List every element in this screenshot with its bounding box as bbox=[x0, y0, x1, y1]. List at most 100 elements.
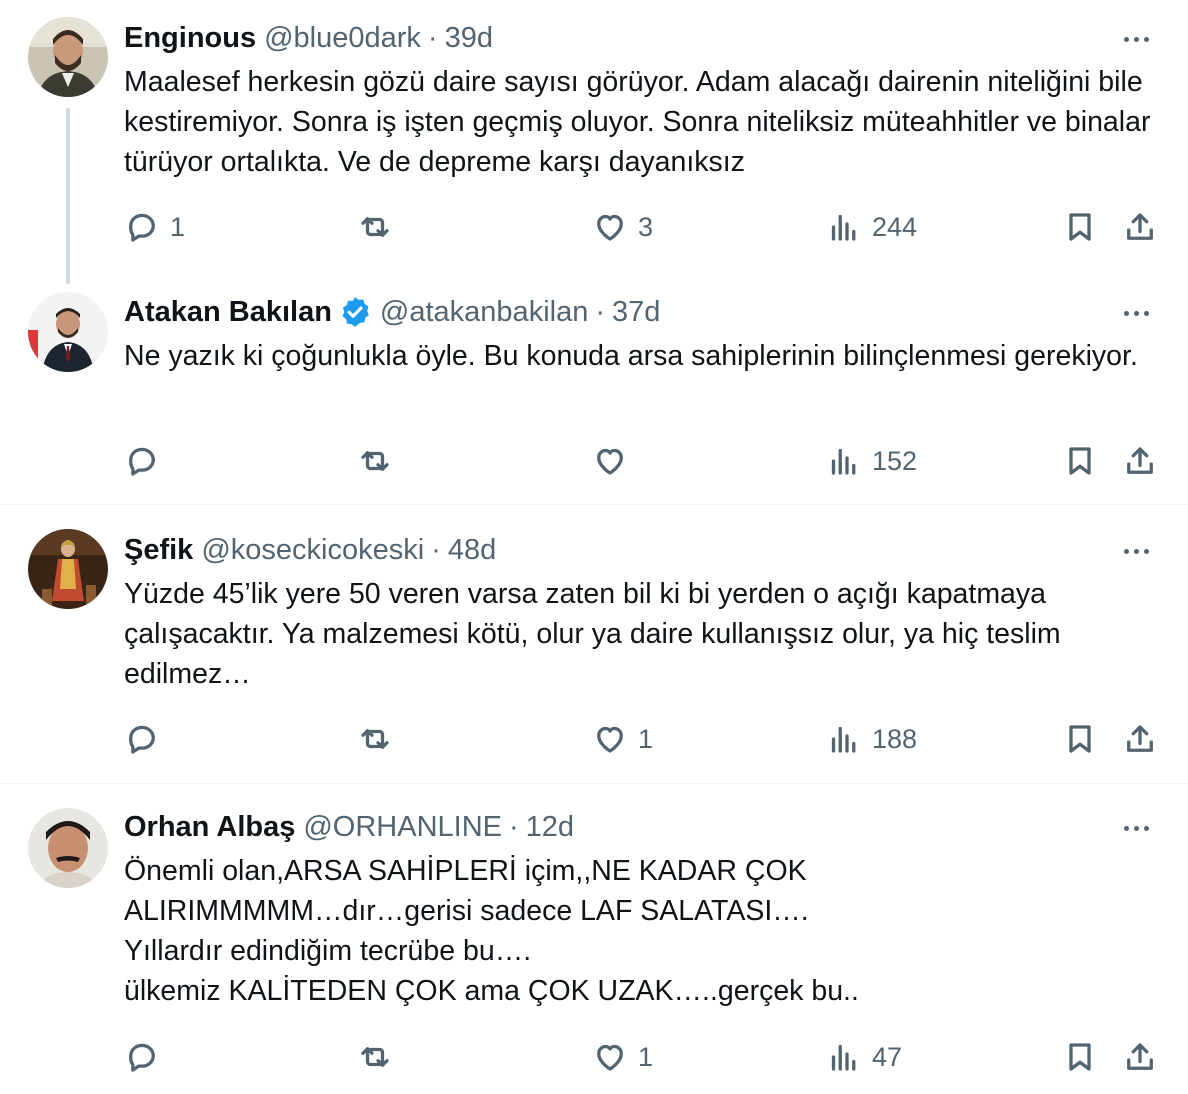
author-handle[interactable]: @atakanbakilan bbox=[380, 296, 588, 329]
share-button[interactable] bbox=[1122, 207, 1158, 247]
like-icon bbox=[597, 1044, 623, 1071]
author-handle[interactable]: @koseckicokeski bbox=[201, 534, 424, 567]
avatar-image bbox=[28, 17, 108, 97]
repost-button[interactable] bbox=[357, 719, 403, 759]
like-button[interactable] bbox=[592, 441, 638, 481]
tweet-header: Atakan Bakılan @atakanbakilan · 37d bbox=[124, 294, 660, 330]
tweet-4[interactable]: Orhan Albaş @ORHANLINE · 12d Önemli olan… bbox=[0, 784, 1188, 1094]
reply-icon bbox=[129, 213, 155, 242]
more-icon[interactable] bbox=[1116, 27, 1156, 51]
separator-dot: · bbox=[431, 533, 441, 566]
share-button[interactable] bbox=[1122, 441, 1158, 481]
like-icon bbox=[597, 448, 623, 475]
views-icon bbox=[831, 214, 856, 241]
timestamp[interactable]: 39d bbox=[445, 22, 493, 55]
tweet-text: Ne yazık ki çoğunlukla öyle. Bu konuda a… bbox=[124, 340, 1138, 372]
views-count: 244 bbox=[872, 211, 918, 242]
like-count: 3 bbox=[638, 211, 654, 242]
bookmark-icon bbox=[1069, 213, 1091, 241]
views-count: 152 bbox=[872, 445, 918, 476]
author-name[interactable]: Enginous bbox=[124, 22, 256, 55]
tweet-actions: 1 3 244 bbox=[0, 207, 1188, 247]
bookmark-button[interactable] bbox=[1062, 719, 1098, 759]
timestamp[interactable]: 12d bbox=[526, 811, 574, 844]
share-icon bbox=[1127, 447, 1153, 474]
tweet-2[interactable]: Atakan Bakılan @atakanbakilan · 37d Ne y… bbox=[0, 284, 1188, 504]
tweet-actions: 1 47 bbox=[0, 1037, 1188, 1077]
bookmark-button[interactable] bbox=[1062, 1037, 1098, 1077]
reply-button[interactable] bbox=[124, 1037, 170, 1077]
views-icon bbox=[831, 726, 856, 753]
views-icon bbox=[831, 448, 856, 475]
like-button[interactable]: 1 bbox=[592, 719, 653, 759]
bookmark-icon bbox=[1069, 1043, 1091, 1071]
author-handle[interactable]: @blue0dark bbox=[264, 22, 421, 55]
tweet-actions: 152 bbox=[0, 441, 1188, 481]
reply-icon bbox=[129, 725, 155, 754]
timestamp[interactable]: 37d bbox=[612, 296, 660, 329]
tweet-3[interactable]: Şefik @koseckicokeski · 48d Yüzde 45’lik… bbox=[0, 505, 1188, 783]
tweet-header: Orhan Albaş @ORHANLINE · 12d bbox=[124, 809, 574, 845]
share-icon bbox=[1127, 213, 1153, 240]
share-icon bbox=[1127, 725, 1153, 752]
avatar[interactable] bbox=[28, 808, 108, 888]
separator-dot: · bbox=[509, 810, 519, 843]
repost-button[interactable] bbox=[357, 1037, 403, 1077]
avatar-image bbox=[28, 808, 108, 888]
share-button[interactable] bbox=[1122, 1037, 1158, 1077]
reply-icon bbox=[129, 1043, 155, 1072]
tweet-header: Enginous @blue0dark · 39d bbox=[124, 20, 493, 56]
tweet-text: Maalesef herkesin gözü daire sayısı görü… bbox=[124, 66, 1151, 178]
repost-icon bbox=[361, 217, 389, 237]
views-button[interactable]: 47 bbox=[826, 1037, 902, 1077]
avatar[interactable] bbox=[28, 292, 108, 372]
avatar-image bbox=[28, 292, 108, 372]
reply-button[interactable] bbox=[124, 719, 170, 759]
like-button[interactable]: 1 bbox=[592, 1037, 653, 1077]
avatar-image bbox=[28, 529, 108, 609]
tweet-header: Şefik @koseckicokeski · 48d bbox=[124, 532, 496, 568]
repost-button[interactable] bbox=[357, 441, 403, 481]
tweet-text: Önemli olan,ARSA SAHİPLERİ içim,,NE KADA… bbox=[124, 855, 859, 1007]
bookmark-button[interactable] bbox=[1062, 441, 1098, 481]
views-count: 188 bbox=[872, 723, 918, 754]
avatar[interactable] bbox=[28, 529, 108, 609]
share-icon bbox=[1127, 1043, 1153, 1070]
reply-button[interactable] bbox=[124, 441, 170, 481]
repost-button[interactable] bbox=[357, 207, 403, 247]
bookmark-button[interactable] bbox=[1062, 207, 1098, 247]
like-count: 1 bbox=[638, 723, 654, 754]
like-count: 1 bbox=[638, 1041, 654, 1072]
author-name[interactable]: Atakan Bakılan bbox=[124, 296, 332, 329]
author-name[interactable]: Orhan Albaş bbox=[124, 811, 295, 844]
timestamp[interactable]: 48d bbox=[448, 534, 496, 567]
verified-badge-icon bbox=[338, 295, 372, 329]
author-handle[interactable]: @ORHANLINE bbox=[303, 811, 502, 844]
bookmark-icon bbox=[1069, 725, 1091, 753]
more-icon[interactable] bbox=[1116, 539, 1156, 563]
more-icon[interactable] bbox=[1116, 816, 1156, 840]
tweet-1[interactable]: Enginous @blue0dark · 39d Maalesef herke… bbox=[0, 0, 1188, 284]
thread-line bbox=[66, 108, 70, 284]
reply-count: 1 bbox=[170, 211, 186, 242]
repost-icon bbox=[361, 729, 389, 749]
like-icon bbox=[597, 214, 623, 241]
views-count: 47 bbox=[872, 1041, 903, 1072]
reply-icon bbox=[129, 447, 155, 476]
reply-button[interactable]: 1 bbox=[124, 207, 185, 247]
more-icon[interactable] bbox=[1116, 301, 1156, 325]
tweet-actions: 1 188 bbox=[0, 719, 1188, 759]
author-name[interactable]: Şefik bbox=[124, 534, 193, 567]
separator-dot: · bbox=[595, 295, 606, 328]
bookmark-icon bbox=[1069, 447, 1091, 475]
like-button[interactable]: 3 bbox=[592, 207, 653, 247]
avatar[interactable] bbox=[28, 17, 108, 97]
share-button[interactable] bbox=[1122, 719, 1158, 759]
views-button[interactable]: 244 bbox=[826, 207, 917, 247]
views-button[interactable]: 152 bbox=[826, 441, 917, 481]
like-icon bbox=[597, 726, 623, 753]
views-button[interactable]: 188 bbox=[826, 719, 917, 759]
repost-icon bbox=[361, 1047, 389, 1067]
views-icon bbox=[831, 1044, 856, 1071]
tweet-text: Yüzde 45’lik yere 50 veren varsa zaten b… bbox=[124, 578, 1061, 690]
